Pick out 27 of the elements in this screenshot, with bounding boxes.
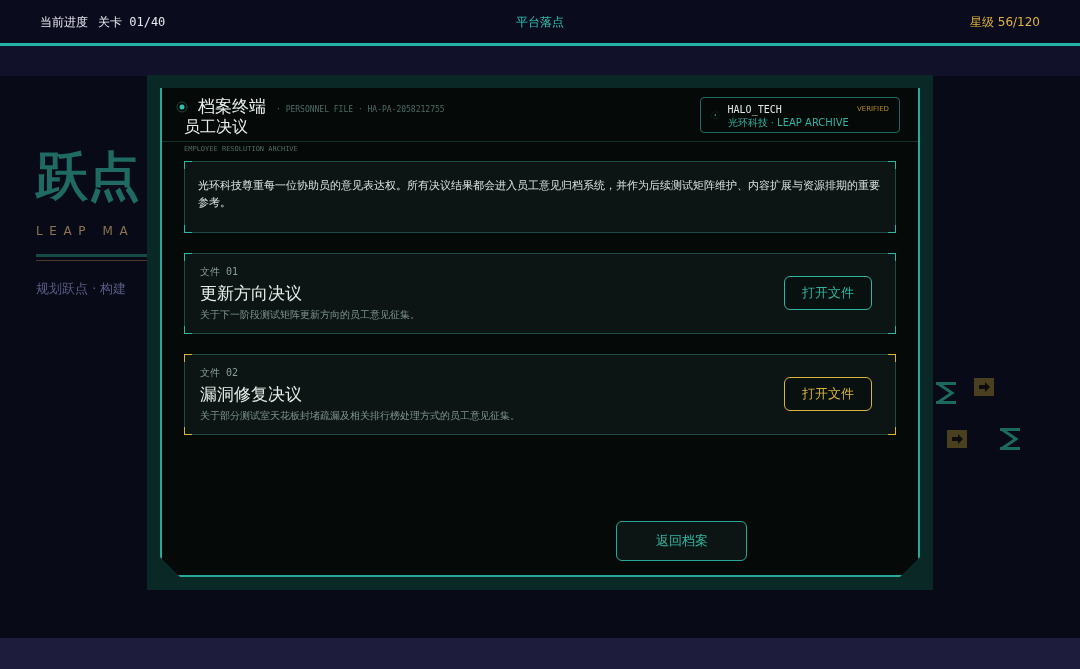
page-title: 平台落点	[516, 13, 564, 31]
file-number: 文件 02	[200, 366, 240, 381]
dialog-heading: 员工决议	[184, 117, 249, 138]
level-counter: 关卡 01/40	[98, 13, 166, 31]
arrow-block-icon	[947, 430, 967, 448]
file-title: 更新方向决议	[200, 283, 303, 305]
logo-subtitle: LEAP MA	[36, 223, 136, 240]
back-button[interactable]: 返回档案	[616, 521, 747, 561]
file-number: 文件 01	[200, 265, 240, 280]
file-id: · PERSONNEL FILE · HA-PA-2058212755	[276, 103, 445, 116]
logo-text: 跃点	[36, 150, 141, 202]
tagline: 规划跃点 · 构建	[36, 280, 128, 298]
file-description: 关于下一阶段测试矩阵更新方向的员工意见征集。	[200, 307, 420, 322]
intro-text: 光环科技尊重每一位协助员的意见表达权。所有决议结果都会进入员工意见归档系统，并作为后续测试矩阵维护、内容扩展与资源排期的重要参考。	[198, 177, 881, 211]
status-dot-icon	[176, 100, 188, 113]
open-file-button[interactable]: 打开文件	[784, 377, 872, 411]
company-subtitle: 光环科技 · LEAP ARCHIVE	[727, 116, 849, 129]
company-name: HALO_TECH	[727, 102, 783, 117]
file-title: 漏洞修复决议	[200, 384, 303, 406]
dialog-title: 档案终端	[198, 96, 266, 118]
file-description: 关于部分测试室天花板封堵疏漏及相关排行榜处理方式的员工意见征集。	[200, 408, 520, 423]
arrow-block-icon	[974, 378, 994, 396]
zigzag-icon	[1000, 428, 1020, 450]
zigzag-icon	[936, 382, 956, 404]
open-file-button[interactable]: 打开文件	[784, 276, 872, 310]
progress-label: 当前进度	[40, 13, 88, 31]
star-counter: 星级 56/120	[968, 13, 1040, 31]
